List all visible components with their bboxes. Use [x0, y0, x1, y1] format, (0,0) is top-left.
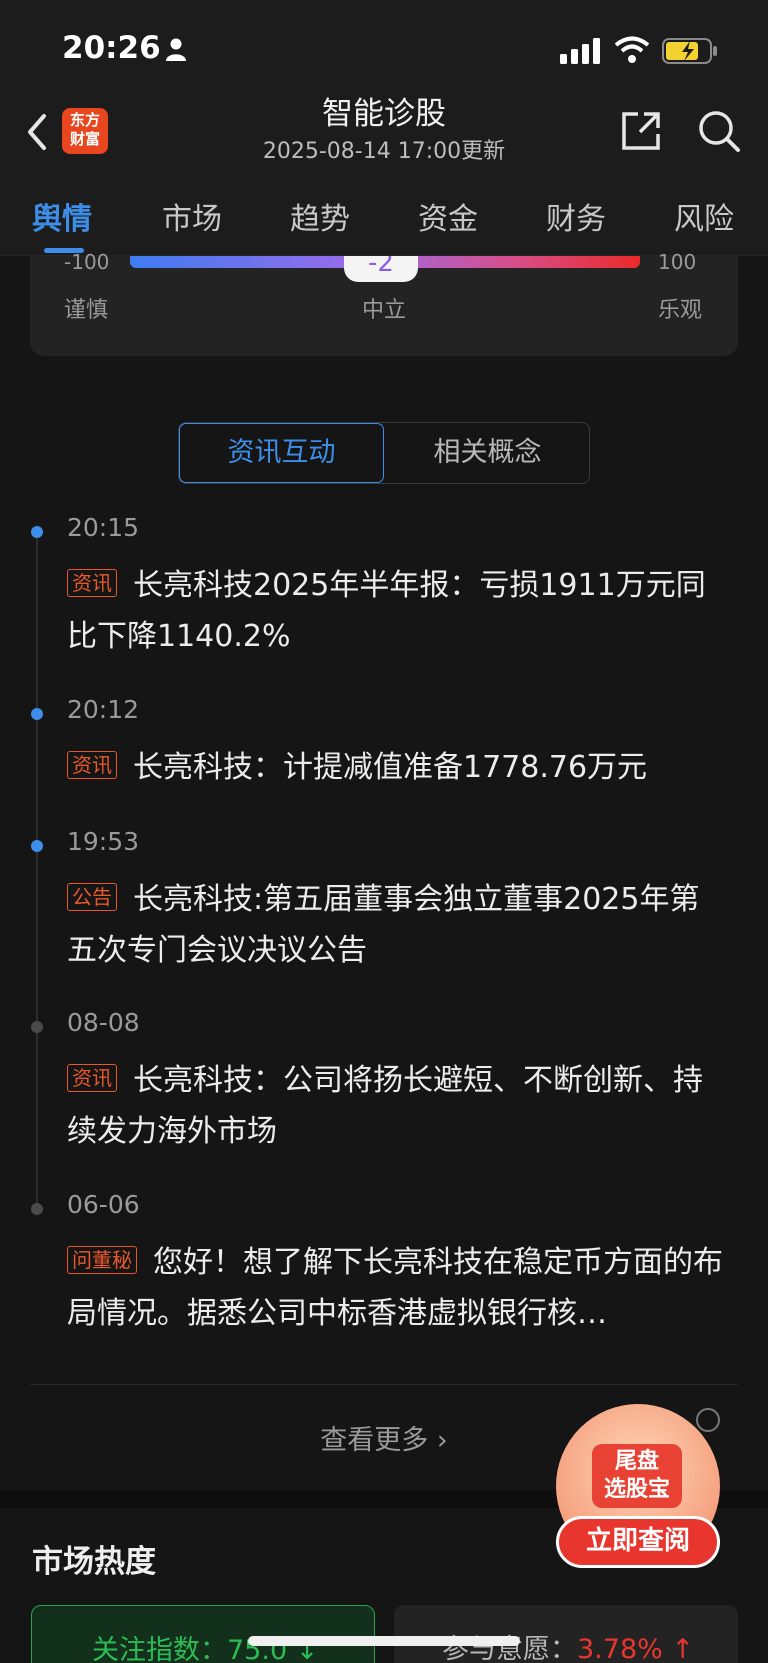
news-text: 资讯 长亮科技：公司将扬长避短、不断创新、持续发力海外市场 [67, 1055, 727, 1157]
sentiment-value: -2 [344, 256, 418, 282]
nav-bar: 东方 财富 智能诊股 2025-08-14 17:00更新 [0, 96, 768, 174]
signal-icon [560, 38, 600, 64]
timeline-dot [31, 1203, 43, 1215]
attention-index-card[interactable]: 关注指数：75.0 ↓ [31, 1605, 375, 1663]
label-cautious: 谨慎 [64, 298, 109, 323]
status-time: 20:26 [62, 30, 161, 66]
share-icon[interactable] [618, 108, 664, 154]
segment-control: 资讯互动 相关概念 [178, 422, 590, 484]
promo-float[interactable]: 尾盘 选股宝 立即查阅 [556, 1404, 720, 1568]
battery-icon [662, 38, 717, 64]
attention-label: 关注指数： [92, 1635, 227, 1663]
scale-min: -100 [64, 250, 110, 274]
news-tag: 公告 [67, 883, 117, 911]
scale-max: 100 [658, 250, 697, 274]
news-time: 06-06 [67, 1190, 140, 1219]
news-tag: 问董秘 [67, 1246, 137, 1274]
tab-risk[interactable]: 风险 [674, 194, 734, 238]
segment-news[interactable]: 资讯互动 [179, 423, 384, 483]
segment-concepts[interactable]: 相关概念 [385, 423, 590, 483]
tab-sentiment[interactable]: 舆情 [32, 194, 92, 238]
news-text: 资讯 长亮科技：计提减值准备1778.76万元 [67, 742, 727, 793]
divider [30, 1384, 738, 1385]
news-title: 长亮科技：公司将扬长避短、不断创新、持续发力海外市场 [67, 1063, 703, 1149]
news-text: 问董秘 您好！想了解下长亮科技在稳定币方面的布局情况。据悉公司中标香港虚拟银行核… [67, 1237, 727, 1339]
news-tag: 资讯 [67, 569, 117, 597]
sentiment-card: -100 -2 100 谨慎 中立 乐观 [30, 250, 738, 356]
news-title: 长亮科技2025年半年报：亏损1911万元同比下降1140.2% [67, 568, 706, 654]
status-bar: 20:26 [0, 0, 768, 100]
tab-funds[interactable]: 资金 [418, 194, 478, 238]
timeline-line [36, 530, 38, 1210]
tab-market[interactable]: 市场 [162, 194, 222, 238]
news-title: 您好！想了解下长亮科技在稳定币方面的布局情况。据悉公司中标香港虚拟银行核… [67, 1245, 723, 1331]
chevron-right-icon: › [436, 1425, 448, 1456]
news-tag: 资讯 [67, 1064, 117, 1092]
home-indicator [248, 1636, 520, 1646]
news-time: 08-08 [67, 1008, 140, 1037]
tab-bar: 舆情 市场 趋势 资金 财务 风险 [0, 174, 768, 256]
person-icon [166, 38, 186, 61]
arrow-up-icon: ↑ [671, 1634, 694, 1663]
promo-button[interactable]: 立即查阅 [556, 1516, 720, 1568]
search-icon[interactable] [696, 108, 742, 154]
promo-title: 尾盘 选股宝 [592, 1444, 682, 1508]
news-time: 20:12 [67, 695, 140, 724]
news-title: 长亮科技：计提减值准备1778.76万元 [133, 750, 648, 785]
news-tag: 资讯 [67, 751, 117, 779]
news-time: 19:53 [67, 827, 140, 856]
news-text: 公告 长亮科技:第五届董事会独立董事2025年第五次专门会议决议公告 [67, 874, 727, 976]
label-neutral: 中立 [362, 298, 407, 323]
news-text: 资讯 长亮科技2025年半年报：亏损1911万元同比下降1140.2% [67, 560, 727, 662]
view-more-label: 查看更多 [320, 1425, 429, 1456]
participation-value: 3.78% [577, 1634, 663, 1663]
tab-finance[interactable]: 财务 [546, 194, 606, 238]
timeline-dot [31, 526, 43, 538]
timeline-dot [31, 1021, 43, 1033]
section-title: 市场热度 [32, 1544, 156, 1580]
tab-trend[interactable]: 趋势 [290, 194, 350, 238]
close-icon[interactable] [696, 1408, 720, 1432]
news-time: 20:15 [67, 513, 140, 542]
news-title: 长亮科技:第五届董事会独立董事2025年第五次专门会议决议公告 [67, 882, 700, 968]
wifi-icon [614, 36, 650, 63]
label-optimistic: 乐观 [658, 298, 703, 323]
participation-card[interactable]: 参与意愿：3.78% ↑ [394, 1605, 738, 1663]
timeline-dot [31, 840, 43, 852]
timeline-dot [31, 708, 43, 720]
